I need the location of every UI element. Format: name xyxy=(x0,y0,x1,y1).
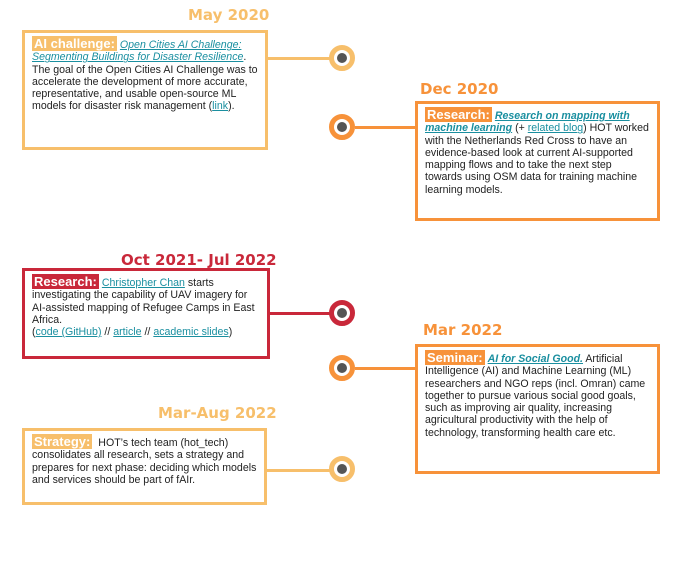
event-tag: Strategy: xyxy=(32,434,93,449)
event-tag: Research: xyxy=(425,107,492,122)
event-description: (+ xyxy=(512,122,528,135)
ai-for-social-good-link[interactable]: AI for Social Good. xyxy=(488,353,583,365)
paren-close: ) xyxy=(228,326,233,339)
event-card-oct-2021: Research: Christopher Chan starts investi… xyxy=(22,268,270,359)
connector-mar-2022 xyxy=(355,367,415,370)
event-date-may-2020: May 2020 xyxy=(188,6,270,24)
timeline-node-oct-2021 xyxy=(329,300,355,326)
timeline-node-may-2020 xyxy=(329,45,355,71)
separator: // xyxy=(101,326,114,339)
timeline-node-mar-aug-2022 xyxy=(329,456,355,482)
related-blog-link[interactable]: related blog xyxy=(528,122,583,134)
separator: // xyxy=(141,326,154,339)
event-tag: Research: xyxy=(32,274,99,289)
code-github-link[interactable]: code (GitHub) xyxy=(36,326,102,338)
event-card-mar-aug-2022: Strategy: HOT’s tech team (hot_tech) con… xyxy=(22,428,267,505)
connector-oct-2021 xyxy=(270,312,330,315)
article-link[interactable]: article xyxy=(113,326,141,338)
timeline-node-mar-2022 xyxy=(329,355,355,381)
event-tag: AI challenge: xyxy=(32,36,117,51)
event-date-mar-aug-2022: Mar-Aug 2022 xyxy=(158,404,277,422)
event-card-mar-2022: Seminar: AI for Social Good. Artificial I… xyxy=(415,344,660,474)
event-tag: Seminar: xyxy=(425,350,485,365)
event-description: Artificial Intelligence (AI) and Machine… xyxy=(425,353,646,439)
connector-mar-aug-2022 xyxy=(267,469,331,472)
event-date-dec-2020: Dec 2020 xyxy=(420,80,499,98)
challenge-link[interactable]: link xyxy=(212,100,228,112)
connector-dec-2020 xyxy=(355,126,415,129)
connector-may-2020 xyxy=(267,57,331,60)
event-date-mar-2022: Mar 2022 xyxy=(423,321,503,339)
event-card-may-2020: AI challenge: Open Cities AI Challenge: S… xyxy=(22,30,268,150)
academic-slides-link[interactable]: academic slides xyxy=(153,326,228,338)
timeline-node-dec-2020 xyxy=(329,114,355,140)
christopher-chan-link[interactable]: Christopher Chan xyxy=(102,277,185,289)
event-card-dec-2020: Research: Research on mapping with machin… xyxy=(415,101,660,221)
event-date-oct-2021: Oct 2021- Jul 2022 xyxy=(121,251,277,269)
event-description-end: ). xyxy=(228,100,235,113)
